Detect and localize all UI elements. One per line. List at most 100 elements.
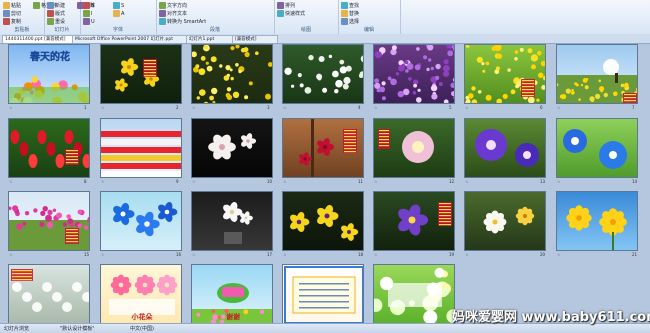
document-tab[interactable]: [兼容模式] bbox=[232, 35, 278, 43]
ribbon-button[interactable]: 排列 bbox=[277, 2, 295, 9]
slide-thumbnail[interactable] bbox=[8, 264, 90, 324]
transition-icon[interactable]: ☆ bbox=[465, 179, 469, 184]
slide-title: 小花朵 bbox=[131, 312, 154, 321]
transition-icon[interactable]: ☆ bbox=[192, 179, 196, 184]
slide-thumbnail[interactable] bbox=[556, 191, 638, 251]
ribbon-button[interactable]: 剪切 bbox=[3, 10, 21, 17]
slide-number: 16 bbox=[176, 252, 182, 257]
slide-image bbox=[374, 45, 454, 103]
slide-thumbnail[interactable] bbox=[464, 118, 546, 178]
transition-icon[interactable]: ☆ bbox=[101, 105, 105, 110]
ribbon-button-label: 转换为 SmartArt bbox=[167, 19, 207, 25]
transition-icon[interactable]: ☆ bbox=[557, 252, 561, 257]
slide-thumbnail[interactable] bbox=[191, 118, 273, 178]
slide-thumbnail[interactable] bbox=[282, 44, 364, 104]
document-tab[interactable]: 1440311400.ppt [兼容模式] bbox=[2, 35, 76, 43]
ribbon-button[interactable]: 版式 bbox=[47, 10, 65, 17]
slide-thumbnail[interactable] bbox=[373, 118, 455, 178]
slide-thumbnail[interactable] bbox=[556, 44, 638, 104]
slide-thumbnail[interactable]: 小花朵 bbox=[100, 264, 182, 324]
slide-thumbnail[interactable] bbox=[373, 44, 455, 104]
slide-thumbnail[interactable] bbox=[282, 191, 364, 251]
ribbon-button[interactable]: 复制 bbox=[3, 18, 21, 25]
ribbon-button[interactable]: 查找 bbox=[341, 2, 359, 9]
ribbon-button[interactable]: 选择 bbox=[341, 18, 359, 25]
ribbon-button[interactable]: 替换 bbox=[341, 10, 359, 17]
ribbon-group-1: 新建 版式 重设 删除 幻灯片 bbox=[44, 0, 95, 34]
slide-thumbnail[interactable] bbox=[282, 118, 364, 178]
transition-icon[interactable]: ☆ bbox=[9, 179, 13, 184]
transition-icon[interactable]: ☆ bbox=[465, 105, 469, 110]
ribbon-button[interactable]: A bbox=[113, 10, 124, 17]
document-tab[interactable]: Microsoft Office PowerPoint 2007 幻灯片.ppt bbox=[72, 35, 190, 43]
ribbon-button[interactable]: 新建 bbox=[47, 2, 65, 9]
document-tab[interactable]: 幻灯片1.ppt bbox=[186, 35, 238, 43]
slide-thumbnail[interactable] bbox=[464, 191, 546, 251]
ribbon-button[interactable]: 文字方向 bbox=[159, 2, 187, 9]
slide-number: 12 bbox=[449, 179, 455, 184]
slide-image bbox=[9, 265, 89, 323]
slide-thumbnail[interactable] bbox=[556, 118, 638, 178]
ribbon-button[interactable]: 粘贴 bbox=[3, 2, 21, 9]
slide-thumbnail[interactable] bbox=[373, 191, 455, 251]
slide-thumbnail[interactable] bbox=[100, 191, 182, 251]
ribbon-button-label: 选择 bbox=[349, 19, 360, 25]
ribbon-button[interactable]: 重设 bbox=[47, 18, 65, 25]
slide-thumbnail[interactable] bbox=[8, 191, 90, 251]
slide-number: 6 bbox=[540, 105, 543, 110]
ribbon-button-label: 对齐文本 bbox=[167, 11, 188, 17]
transition-icon[interactable]: ☆ bbox=[283, 105, 287, 110]
watermark: 妈咪爱婴网 www.baby611.com bbox=[452, 310, 650, 325]
slide-thumbnail[interactable] bbox=[191, 191, 273, 251]
transition-icon[interactable]: ☆ bbox=[192, 105, 196, 110]
slide-thumbnail[interactable] bbox=[100, 118, 182, 178]
slide-thumbnail[interactable] bbox=[100, 44, 182, 104]
ribbon-button-label: B bbox=[91, 3, 95, 9]
slide-title: 谢谢 bbox=[226, 312, 240, 321]
slide-image bbox=[557, 45, 637, 103]
transition-icon[interactable]: ☆ bbox=[9, 252, 13, 257]
transition-icon[interactable]: ☆ bbox=[374, 179, 378, 184]
ribbon-button[interactable]: 快速样式 bbox=[277, 10, 305, 17]
slide-image bbox=[557, 192, 637, 250]
slide-thumbnail[interactable] bbox=[282, 264, 364, 324]
ribbon-button[interactable]: 转换为 SmartArt bbox=[159, 18, 206, 25]
slide-thumbnail[interactable] bbox=[464, 44, 546, 104]
transition-icon[interactable]: ☆ bbox=[192, 252, 196, 257]
transition-icon[interactable]: ☆ bbox=[557, 179, 561, 184]
transition-icon[interactable]: ☆ bbox=[283, 179, 287, 184]
ribbon-button[interactable]: S bbox=[113, 2, 124, 9]
slide-thumbnail[interactable]: 春天的花 bbox=[8, 44, 90, 104]
ribbon-group-label: 剪贴板 bbox=[14, 27, 30, 33]
ribbon-button-icon bbox=[341, 2, 348, 9]
transition-icon[interactable]: ☆ bbox=[374, 252, 378, 257]
slide-thumbnail[interactable] bbox=[191, 44, 273, 104]
ribbon-button[interactable]: B bbox=[83, 2, 94, 9]
transition-icon[interactable]: ☆ bbox=[101, 179, 105, 184]
ribbon-group-label: 编辑 bbox=[363, 27, 374, 33]
transition-icon[interactable]: ☆ bbox=[557, 105, 561, 110]
slide-image: 谢谢 bbox=[192, 265, 272, 323]
transition-icon[interactable]: ☆ bbox=[374, 105, 378, 110]
transition-icon[interactable]: ☆ bbox=[465, 252, 469, 257]
ribbon-button-label: 文字方向 bbox=[167, 3, 188, 9]
transition-icon[interactable]: ☆ bbox=[101, 252, 105, 257]
slide-thumbnail[interactable] bbox=[8, 118, 90, 178]
ribbon-button-icon bbox=[83, 2, 90, 9]
ribbon-button-label: 重设 bbox=[55, 19, 66, 25]
ribbon-button-icon bbox=[341, 10, 348, 17]
ribbon-group-5: 查找 替换选择 编辑 bbox=[338, 0, 401, 34]
slide-image bbox=[374, 119, 454, 177]
slide-number: 2 bbox=[176, 105, 179, 110]
transition-icon[interactable]: ☆ bbox=[9, 105, 13, 110]
slide-thumbnail[interactable]: 谢谢 bbox=[191, 264, 273, 324]
ribbon-button-label: 复制 bbox=[11, 19, 22, 25]
ribbon-button-icon bbox=[47, 10, 54, 17]
ribbon-button-icon bbox=[159, 2, 166, 9]
ribbon-button[interactable]: I bbox=[83, 10, 92, 17]
transition-icon[interactable]: ☆ bbox=[283, 252, 287, 257]
ribbon-button-label: 粘贴 bbox=[11, 3, 22, 9]
ribbon-button[interactable]: 对齐文本 bbox=[159, 10, 187, 17]
ribbon-button[interactable]: U bbox=[83, 18, 95, 25]
slide-thumbnail[interactable] bbox=[373, 264, 455, 324]
